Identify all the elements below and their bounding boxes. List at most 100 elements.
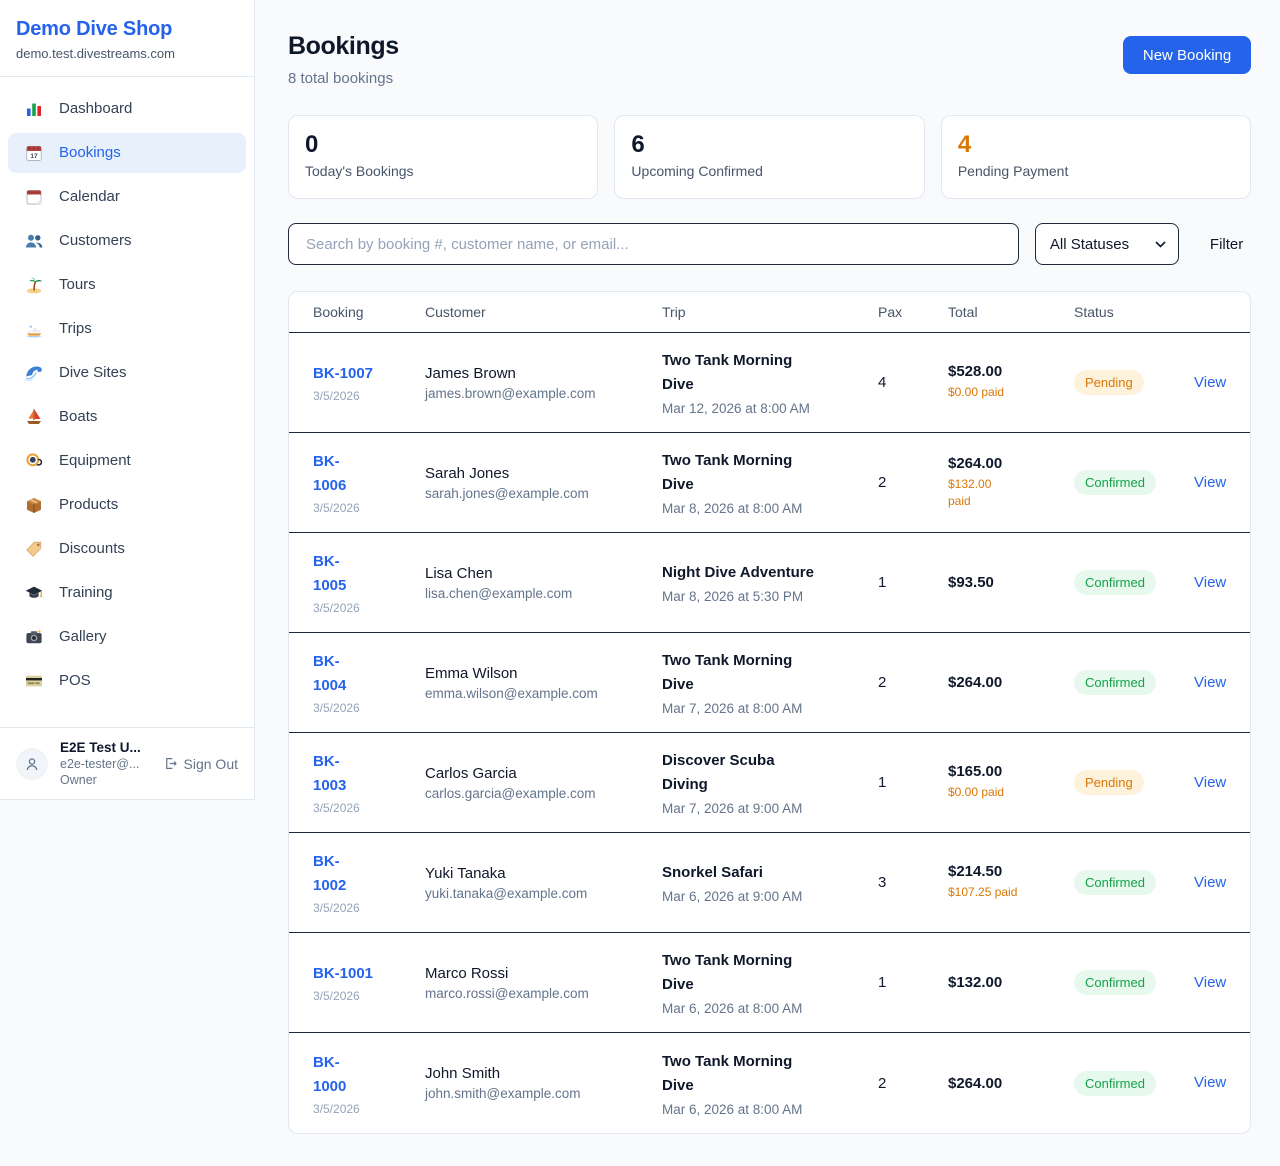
booking-id-link[interactable]: BK- 1002 xyxy=(313,853,346,894)
booking-cell: BK- 1005 3/5/2026 xyxy=(313,550,425,615)
customers-icon xyxy=(24,231,44,251)
trip-name: Night Dive Adventure xyxy=(662,561,878,585)
filter-button[interactable]: Filter xyxy=(1202,228,1251,261)
booking-date: 3/5/2026 xyxy=(313,1102,425,1116)
status-badge: Confirmed xyxy=(1074,870,1156,895)
booking-id-link[interactable]: BK- 1000 xyxy=(313,1054,346,1095)
bookings-icon: 17 xyxy=(24,143,44,163)
sign-out-label: Sign Out xyxy=(184,756,238,772)
total-amount: $264.00 xyxy=(948,674,1074,691)
sidebar-item-label: Dashboard xyxy=(59,99,132,119)
view-link[interactable]: View xyxy=(1194,1074,1226,1091)
booking-id-link[interactable]: BK- 1005 xyxy=(313,553,346,594)
stat-value: 4 xyxy=(958,131,1234,159)
sidebar-item-equipment[interactable]: Equipment xyxy=(8,441,246,481)
booking-id-link[interactable]: BK-1007 xyxy=(313,365,373,382)
booking-cell: BK-1007 3/5/2026 xyxy=(313,362,425,403)
action-cell: View xyxy=(1194,774,1226,792)
column-header: Total xyxy=(948,304,1074,320)
view-link[interactable]: View xyxy=(1194,974,1226,991)
trip-cell: Discover Scuba Diving Mar 7, 2026 at 9:0… xyxy=(662,749,878,816)
trip-datetime: Mar 7, 2026 at 8:00 AM xyxy=(662,701,878,716)
pax-count: 2 xyxy=(878,674,948,691)
action-cell: View xyxy=(1194,674,1226,692)
chevron-down-icon xyxy=(1155,241,1166,248)
view-link[interactable]: View xyxy=(1194,574,1226,591)
trip-datetime: Mar 6, 2026 at 9:00 AM xyxy=(662,889,878,904)
trip-cell: Two Tank Morning Dive Mar 8, 2026 at 8:0… xyxy=(662,449,878,516)
sidebar-item-customers[interactable]: Customers xyxy=(8,221,246,261)
status-filter-value: All Statuses xyxy=(1050,236,1129,253)
booking-cell: BK- 1006 3/5/2026 xyxy=(313,450,425,515)
stat-label: Today's Bookings xyxy=(305,163,581,179)
sidebar-item-training[interactable]: Training xyxy=(8,573,246,613)
total-amount: $264.00 xyxy=(948,1075,1074,1092)
trip-datetime: Mar 8, 2026 at 8:00 AM xyxy=(662,501,878,516)
booking-id-link[interactable]: BK- 1004 xyxy=(313,653,346,694)
filter-row: All Statuses Filter xyxy=(288,223,1251,265)
sidebar-item-bookings[interactable]: 17Bookings xyxy=(8,133,246,173)
page-subtitle: 8 total bookings xyxy=(288,70,399,87)
sidebar-item-label: Discounts xyxy=(59,539,125,559)
user-icon xyxy=(23,755,41,773)
customer-name: Lisa Chen xyxy=(425,565,662,582)
customer-email: john.smith@example.com xyxy=(425,1086,662,1101)
trip-name: Snorkel Safari xyxy=(662,861,878,885)
table-header-row: BookingCustomerTripPaxTotalStatus xyxy=(289,292,1250,333)
customer-cell: John Smith john.smith@example.com xyxy=(425,1065,662,1101)
view-link[interactable]: View xyxy=(1194,374,1226,391)
table-row: BK- 1005 3/5/2026 Lisa Chen lisa.chen@ex… xyxy=(289,533,1250,633)
total-amount: $214.50 xyxy=(948,863,1074,880)
view-link[interactable]: View xyxy=(1194,874,1226,891)
status-badge: Confirmed xyxy=(1074,970,1156,995)
sidebar-item-products[interactable]: Products xyxy=(8,485,246,525)
dive-sites-icon xyxy=(24,363,44,383)
equipment-icon xyxy=(24,451,44,471)
booking-id-link[interactable]: BK- 1006 xyxy=(313,453,346,494)
customer-email: sarah.jones@example.com xyxy=(425,486,662,501)
status-badge: Confirmed xyxy=(1074,1071,1156,1096)
sidebar-item-dashboard[interactable]: Dashboard xyxy=(8,89,246,129)
sidebar-item-discounts[interactable]: Discounts xyxy=(8,529,246,569)
booking-id-link[interactable]: BK- 1003 xyxy=(313,753,346,794)
view-link[interactable]: View xyxy=(1194,474,1226,491)
customer-name: James Brown xyxy=(425,365,662,382)
sidebar-item-tours[interactable]: Tours xyxy=(8,265,246,305)
view-link[interactable]: View xyxy=(1194,674,1226,691)
sidebar-nav: Dashboard 17BookingsCalendarCustomersTour… xyxy=(0,77,254,727)
total-cell: $93.50 xyxy=(948,574,1074,591)
action-cell: View xyxy=(1194,874,1226,892)
sidebar-item-pos[interactable]: POS xyxy=(8,661,246,701)
action-cell: View xyxy=(1194,374,1226,392)
booking-date: 3/5/2026 xyxy=(313,989,425,1003)
total-cell: $264.00 xyxy=(948,674,1074,691)
action-cell: View xyxy=(1194,1074,1226,1092)
status-filter-select[interactable]: All Statuses xyxy=(1035,223,1179,265)
sidebar-item-calendar[interactable]: Calendar xyxy=(8,177,246,217)
search-input[interactable] xyxy=(288,223,1019,265)
customer-cell: Yuki Tanaka yuki.tanaka@example.com xyxy=(425,865,662,901)
sidebar-item-boats[interactable]: Boats xyxy=(8,397,246,437)
gallery-icon xyxy=(24,627,44,647)
sidebar: Demo Dive Shop demo.test.divestreams.com… xyxy=(0,0,255,800)
customer-name: Carlos Garcia xyxy=(425,765,662,782)
pax-count: 1 xyxy=(878,774,948,791)
sidebar-item-dive-sites[interactable]: Dive Sites xyxy=(8,353,246,393)
customer-name: Marco Rossi xyxy=(425,965,662,982)
sidebar-item-gallery[interactable]: Gallery xyxy=(8,617,246,657)
sidebar-item-trips[interactable]: Trips xyxy=(8,309,246,349)
new-booking-button[interactable]: New Booking xyxy=(1123,36,1251,74)
sign-out-button[interactable]: Sign Out xyxy=(163,756,238,772)
training-icon xyxy=(24,583,44,603)
booking-date: 3/5/2026 xyxy=(313,701,425,715)
page-header: Bookings 8 total bookings New Booking xyxy=(288,32,1251,87)
calendar-icon xyxy=(24,187,44,207)
view-link[interactable]: View xyxy=(1194,774,1226,791)
status-cell: Pending xyxy=(1074,770,1194,795)
brand-name[interactable]: Demo Dive Shop xyxy=(16,18,238,41)
sidebar-item-label: Training xyxy=(59,583,113,603)
booking-id-link[interactable]: BK-1001 xyxy=(313,965,373,982)
sign-out-icon xyxy=(163,756,178,771)
trip-cell: Two Tank Morning Dive Mar 6, 2026 at 8:0… xyxy=(662,949,878,1016)
customer-name: Emma Wilson xyxy=(425,665,662,682)
